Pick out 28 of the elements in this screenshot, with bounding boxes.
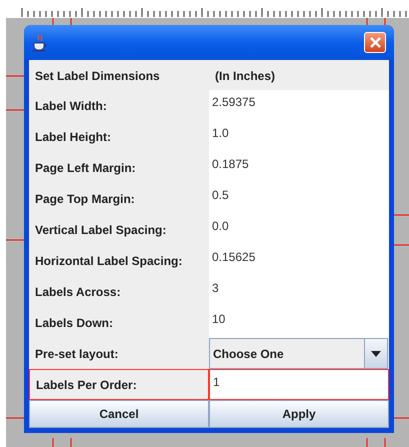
input-field[interactable]: 1.0 bbox=[209, 121, 389, 152]
field-label: Horizontal Label Spacing: bbox=[34, 252, 184, 270]
input-field[interactable]: 0.15625 bbox=[209, 245, 389, 276]
field-label: Labels Across: bbox=[34, 284, 122, 300]
field-label: Pre-set layout: bbox=[34, 346, 120, 362]
layout-dropdown[interactable]: Choose One bbox=[209, 338, 388, 369]
input-field[interactable]: 3 bbox=[209, 276, 389, 307]
field-label: Labels Per Order: bbox=[29, 369, 209, 400]
dropdown-arrow-icon bbox=[371, 350, 381, 356]
input-field[interactable]: 0.1875 bbox=[209, 152, 389, 183]
coffee-cup-icon bbox=[32, 34, 48, 52]
input-field[interactable]: 0.5 bbox=[209, 183, 389, 214]
input-field[interactable]: 1 bbox=[209, 369, 389, 400]
field-label: Page Top Margin: bbox=[34, 190, 136, 208]
input-field[interactable]: 10 bbox=[209, 307, 389, 338]
field-label: Label Width: bbox=[34, 98, 108, 114]
field-label: Label Height: bbox=[34, 128, 112, 146]
dialog-button[interactable]: Cancel bbox=[29, 400, 209, 428]
close-button[interactable] bbox=[364, 32, 386, 53]
input-field[interactable]: 2.59375 bbox=[209, 90, 389, 121]
field-label: Labels Down: bbox=[34, 314, 114, 332]
section-title: Set Label Dimensions bbox=[34, 68, 161, 85]
dialog-button[interactable]: Apply bbox=[209, 400, 389, 428]
close-icon bbox=[370, 37, 380, 48]
field-label: Vertical Label Spacing: bbox=[34, 222, 168, 238]
field-label: Page Left Margin: bbox=[34, 160, 137, 176]
unit-label: (In Inches) bbox=[214, 68, 276, 85]
input-field[interactable]: 0.0 bbox=[209, 214, 389, 245]
